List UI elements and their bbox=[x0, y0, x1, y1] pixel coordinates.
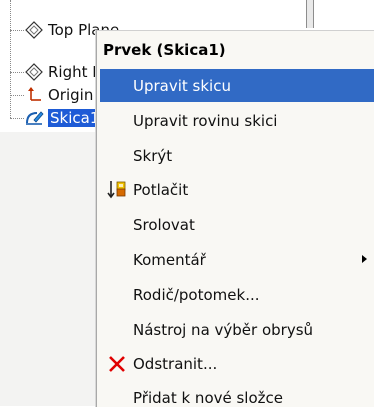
plane-icon bbox=[24, 20, 44, 40]
delete-x-icon bbox=[105, 352, 129, 376]
plane-icon bbox=[24, 62, 44, 82]
tree-connector-line bbox=[10, 95, 24, 96]
menu-item-hide[interactable]: Skrýt bbox=[100, 139, 374, 172]
menu-item-label: Upravit skicu bbox=[133, 76, 231, 95]
tree-connector-line bbox=[10, 30, 24, 31]
menu-item-comment[interactable]: Komentář bbox=[100, 243, 374, 276]
menu-item-label: Nástroj na výběr obrysů bbox=[133, 320, 314, 339]
context-menu: Prvek (Skica1) Upravit skicu Upravit rov… bbox=[96, 30, 374, 407]
menu-item-label: Potlačit bbox=[133, 180, 189, 199]
panel-splitter[interactable] bbox=[306, 0, 314, 28]
menu-item-label: Komentář bbox=[133, 250, 206, 269]
menu-item-label: Odstranit... bbox=[133, 354, 218, 373]
menu-item-delete[interactable]: Odstranit... bbox=[100, 347, 374, 380]
tree-item-label: Skica1 bbox=[48, 109, 102, 127]
tree-item-label: Origin bbox=[48, 86, 94, 104]
suppress-icon bbox=[105, 178, 129, 202]
submenu-arrow-icon bbox=[362, 255, 367, 263]
menu-item-rollback[interactable]: Srolovat bbox=[100, 208, 374, 241]
menu-item-edit-sketch[interactable]: Upravit skicu bbox=[100, 69, 374, 102]
menu-item-label: Upravit rovinu skici bbox=[133, 111, 278, 130]
origin-icon bbox=[24, 85, 44, 105]
tree-connector-line bbox=[10, 72, 24, 73]
menu-item-label: Rodič/potomek... bbox=[133, 285, 260, 304]
menu-item-edit-sketch-plane[interactable]: Upravit rovinu skici bbox=[100, 104, 374, 137]
tree-connector-line bbox=[10, 0, 11, 118]
sketch-icon bbox=[24, 108, 44, 128]
menu-item-add-to-new-folder[interactable]: Přidat k nové složce bbox=[100, 381, 374, 414]
menu-item-label: Skrýt bbox=[133, 146, 173, 165]
context-menu-title: Prvek (Skica1) bbox=[103, 41, 226, 59]
menu-item-suppress[interactable]: Potlačit bbox=[100, 173, 374, 206]
tree-item-sketch1[interactable]: Skica1 bbox=[24, 107, 102, 129]
menu-item-parent-child[interactable]: Rodič/potomek... bbox=[100, 278, 374, 311]
tree-item-origin[interactable]: Origin bbox=[24, 84, 93, 106]
menu-item-contour-select-tool[interactable]: Nástroj na výběr obrysů bbox=[100, 313, 374, 346]
menu-item-label: Přidat k nové složce bbox=[133, 388, 283, 407]
tree-connector-line bbox=[10, 118, 24, 119]
menu-item-label: Srolovat bbox=[133, 215, 195, 234]
